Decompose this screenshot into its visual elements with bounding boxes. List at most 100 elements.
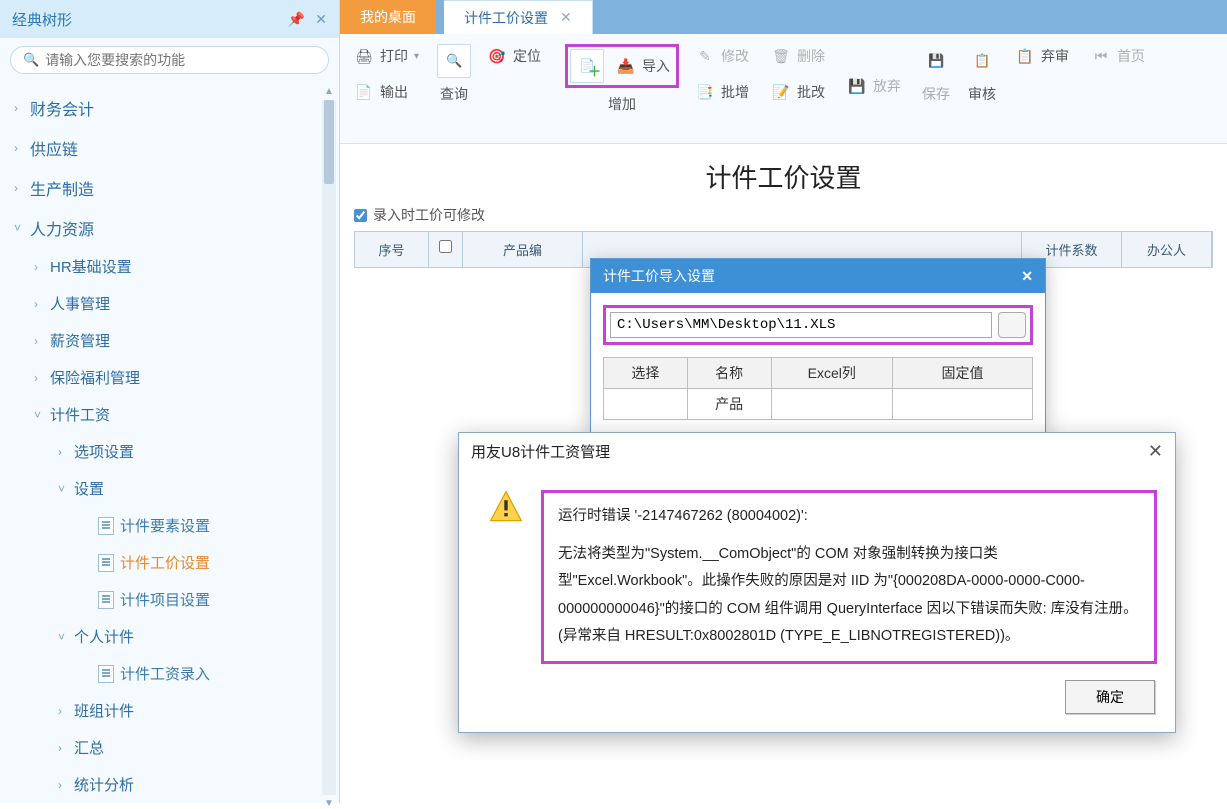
tab-close-icon[interactable]: ✕ bbox=[560, 9, 572, 26]
search-input[interactable] bbox=[45, 52, 316, 68]
tree-item-2[interactable]: ›生产制造 bbox=[0, 168, 339, 208]
sidebar-title: 经典树形 bbox=[12, 9, 72, 30]
caret-icon: ˅ bbox=[34, 408, 50, 422]
error-dialog-header[interactable]: 用友U8计件工资管理 ✕ bbox=[459, 433, 1175, 470]
tree-item-1[interactable]: ›供应链 bbox=[0, 128, 339, 168]
batch-modify-button[interactable]: 📝批改 bbox=[767, 80, 829, 104]
audit-icon: 📋 bbox=[965, 44, 999, 78]
tab-desktop[interactable]: 我的桌面 bbox=[340, 0, 436, 34]
sidebar-close-icon[interactable]: ✕ bbox=[315, 11, 327, 28]
import-button[interactable]: 📥导入 bbox=[612, 54, 674, 78]
home-button[interactable]: ⏮首页 bbox=[1087, 44, 1149, 68]
caret-icon: › bbox=[34, 371, 50, 385]
tree-item-17[interactable]: ›汇总 bbox=[0, 729, 339, 766]
import-dialog: 计件工价导入设置 ✕ 选择 名称 Excel列 固定值 产品 bbox=[590, 258, 1046, 433]
query-icon: 🔍 bbox=[437, 44, 471, 78]
export-button[interactable]: 📄输出 bbox=[350, 80, 423, 104]
abandon-button[interactable]: 📋弃审 bbox=[1011, 44, 1073, 68]
tab-piece-rate[interactable]: 计件工价设置 ✕ bbox=[444, 0, 593, 34]
audit-button[interactable]: 📋 审核 bbox=[965, 44, 999, 104]
warning-icon bbox=[489, 490, 523, 524]
editable-checkbox-row[interactable]: 录入时工价可修改 bbox=[354, 205, 1213, 225]
tree-scroll-thumb[interactable] bbox=[324, 100, 334, 184]
tree-item-7[interactable]: ›保险福利管理 bbox=[0, 359, 339, 396]
tree-item-15[interactable]: 计件工资录入 bbox=[0, 655, 339, 692]
abandon-icon: 📋 bbox=[1015, 47, 1035, 65]
nav-tree: ›财务会计›供应链›生产制造˅人力资源›HR基础设置›人事管理›薪资管理›保险福… bbox=[0, 86, 339, 795]
tree-item-4[interactable]: ›HR基础设置 bbox=[0, 248, 339, 285]
save-icon: 💾 bbox=[919, 44, 953, 78]
modify-icon: ✎ bbox=[695, 47, 715, 65]
sidebar: 经典树形 📌 ✕ 🔍 ›财务会计›供应链›生产制造˅人力资源›HR基础设置›人事… bbox=[0, 0, 340, 803]
caret-icon: › bbox=[14, 101, 30, 115]
modify-button[interactable]: ✎修改 bbox=[691, 44, 753, 68]
table-row[interactable]: 产品 bbox=[604, 389, 1033, 420]
tree-item-16[interactable]: ›班组计件 bbox=[0, 692, 339, 729]
sidebar-header: 经典树形 📌 ✕ bbox=[0, 0, 339, 38]
batch-add-icon: 📑 bbox=[695, 83, 715, 101]
tree-item-9[interactable]: ›选项设置 bbox=[0, 433, 339, 470]
tree-item-14[interactable]: ˅个人计件 bbox=[0, 618, 339, 655]
col-check[interactable] bbox=[429, 232, 463, 267]
locate-icon: 🎯 bbox=[487, 47, 507, 65]
error-close-icon[interactable]: ✕ bbox=[1148, 441, 1163, 462]
print-button[interactable]: 🖨打印 ▾ bbox=[350, 44, 423, 68]
caret-icon: ˅ bbox=[58, 630, 74, 644]
doc-icon bbox=[98, 517, 114, 535]
tree-item-6[interactable]: ›薪资管理 bbox=[0, 322, 339, 359]
caret-icon: ˅ bbox=[58, 482, 74, 496]
caret-icon: › bbox=[58, 778, 74, 792]
export-icon: 📄 bbox=[354, 83, 374, 101]
locate-button[interactable]: 🎯定位 bbox=[483, 44, 545, 68]
query-button[interactable]: 🔍 查询 bbox=[437, 44, 471, 104]
tree-item-0[interactable]: ›财务会计 bbox=[0, 88, 339, 128]
toolbar: 🖨打印 ▾ 📄输出 🔍 查询 🎯定位 ＋📄 📥导入 增加 ✎修改 📑批增 🗑删除… bbox=[340, 34, 1227, 144]
col-seq: 序号 bbox=[355, 232, 429, 267]
error-dialog: 用友U8计件工资管理 ✕ 运行时错误 '-2147467262 (8000400… bbox=[458, 432, 1176, 733]
delete-button[interactable]: 🗑删除 bbox=[767, 44, 829, 68]
release-icon: 💾 bbox=[847, 77, 867, 95]
caret-icon: › bbox=[34, 334, 50, 348]
import-dialog-header[interactable]: 计件工价导入设置 ✕ bbox=[591, 259, 1045, 293]
batch-add-button[interactable]: 📑批增 bbox=[691, 80, 753, 104]
caret-icon: ˅ bbox=[14, 221, 30, 235]
save-button[interactable]: 💾 保存 bbox=[919, 44, 953, 104]
import-path-input[interactable] bbox=[610, 312, 992, 338]
add-icon: ＋📄 bbox=[570, 49, 604, 83]
import-icon: 📥 bbox=[616, 57, 636, 75]
doc-icon bbox=[98, 591, 114, 609]
caret-icon: › bbox=[58, 445, 74, 459]
tree-item-5[interactable]: ›人事管理 bbox=[0, 285, 339, 322]
home-icon: ⏮ bbox=[1091, 47, 1111, 65]
caret-icon: › bbox=[14, 141, 30, 155]
tree-item-10[interactable]: ˅设置 bbox=[0, 470, 339, 507]
tree-item-18[interactable]: ›统计分析 bbox=[0, 766, 339, 795]
tree-item-11[interactable]: 计件要素设置 bbox=[0, 507, 339, 544]
tree-item-12[interactable]: 计件工价设置 bbox=[0, 544, 339, 581]
batch-modify-icon: 📝 bbox=[771, 83, 791, 101]
ok-button[interactable]: 确定 bbox=[1065, 680, 1155, 714]
tree-item-3[interactable]: ˅人力资源 bbox=[0, 208, 339, 248]
import-mapping-table: 选择 名称 Excel列 固定值 产品 bbox=[603, 357, 1033, 420]
doc-icon bbox=[98, 554, 114, 572]
browse-button[interactable] bbox=[998, 312, 1026, 338]
import-close-icon[interactable]: ✕ bbox=[1021, 268, 1033, 285]
doc-icon bbox=[98, 665, 114, 683]
delete-icon: 🗑 bbox=[771, 47, 791, 65]
search-input-wrap[interactable]: 🔍 bbox=[10, 46, 329, 74]
tree-item-13[interactable]: 计件项目设置 bbox=[0, 581, 339, 618]
tree-scrollbar[interactable]: ▲ ▼ bbox=[322, 100, 336, 795]
caret-icon: › bbox=[58, 704, 74, 718]
col-product: 产品编 bbox=[463, 232, 583, 267]
tree-item-8[interactable]: ˅计件工资 bbox=[0, 396, 339, 433]
release-button[interactable]: 💾放弃 bbox=[843, 74, 905, 98]
search-icon: 🔍 bbox=[23, 52, 39, 68]
caret-icon: › bbox=[34, 260, 50, 274]
print-icon: 🖨 bbox=[354, 47, 374, 65]
add-button[interactable]: ＋📄 📥导入 增加 bbox=[565, 44, 679, 114]
editable-checkbox[interactable] bbox=[354, 209, 367, 222]
pin-icon[interactable]: 📌 bbox=[288, 11, 305, 28]
col-office: 办公人 bbox=[1122, 232, 1212, 267]
page-title: 计件工价设置 bbox=[340, 144, 1227, 205]
caret-icon: › bbox=[14, 181, 30, 195]
